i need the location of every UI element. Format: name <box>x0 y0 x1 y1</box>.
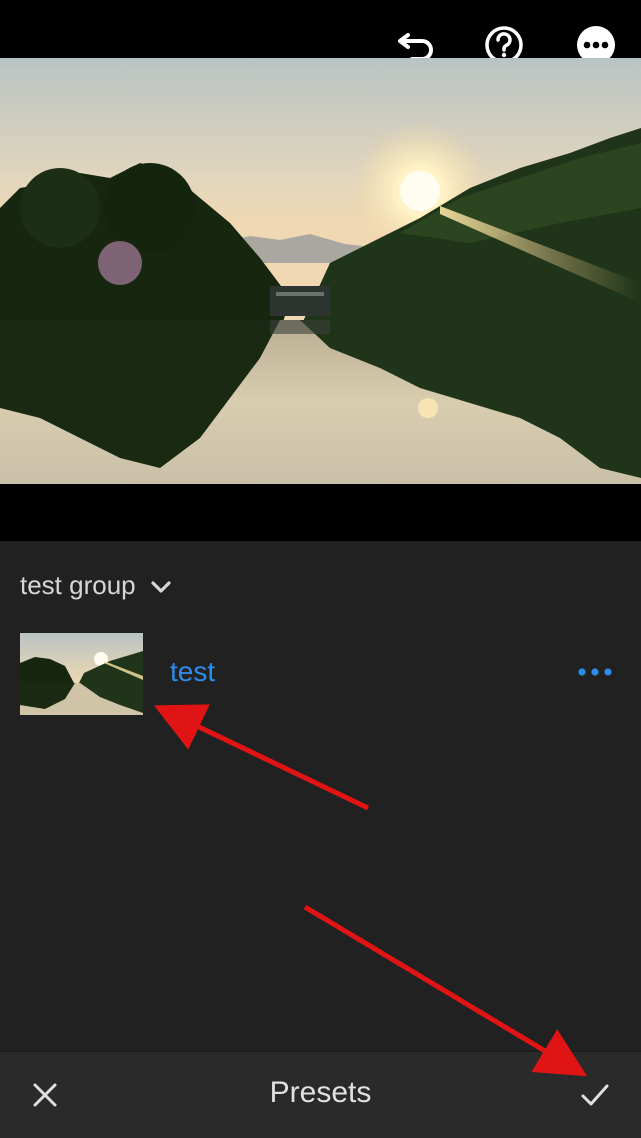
preset-thumbnail[interactable] <box>20 633 143 715</box>
bottom-action-bar: Presets <box>0 1051 641 1138</box>
photo-letterbox <box>0 484 641 541</box>
preset-list-item[interactable]: test <box>0 632 641 716</box>
top-toolbar <box>0 0 641 64</box>
chevron-down-icon <box>151 581 171 593</box>
presets-panel: test group test <box>0 541 641 1051</box>
preset-group-selector[interactable]: test group <box>20 567 172 603</box>
panel-title: Presets <box>269 1076 372 1109</box>
preset-more-options-icon[interactable] <box>574 660 616 684</box>
checkmark-icon <box>581 1084 609 1106</box>
preset-name[interactable]: test <box>170 656 215 688</box>
preset-group-label: test group <box>20 569 136 600</box>
photo-preview <box>0 58 641 484</box>
confirm-button[interactable] <box>572 1072 618 1118</box>
